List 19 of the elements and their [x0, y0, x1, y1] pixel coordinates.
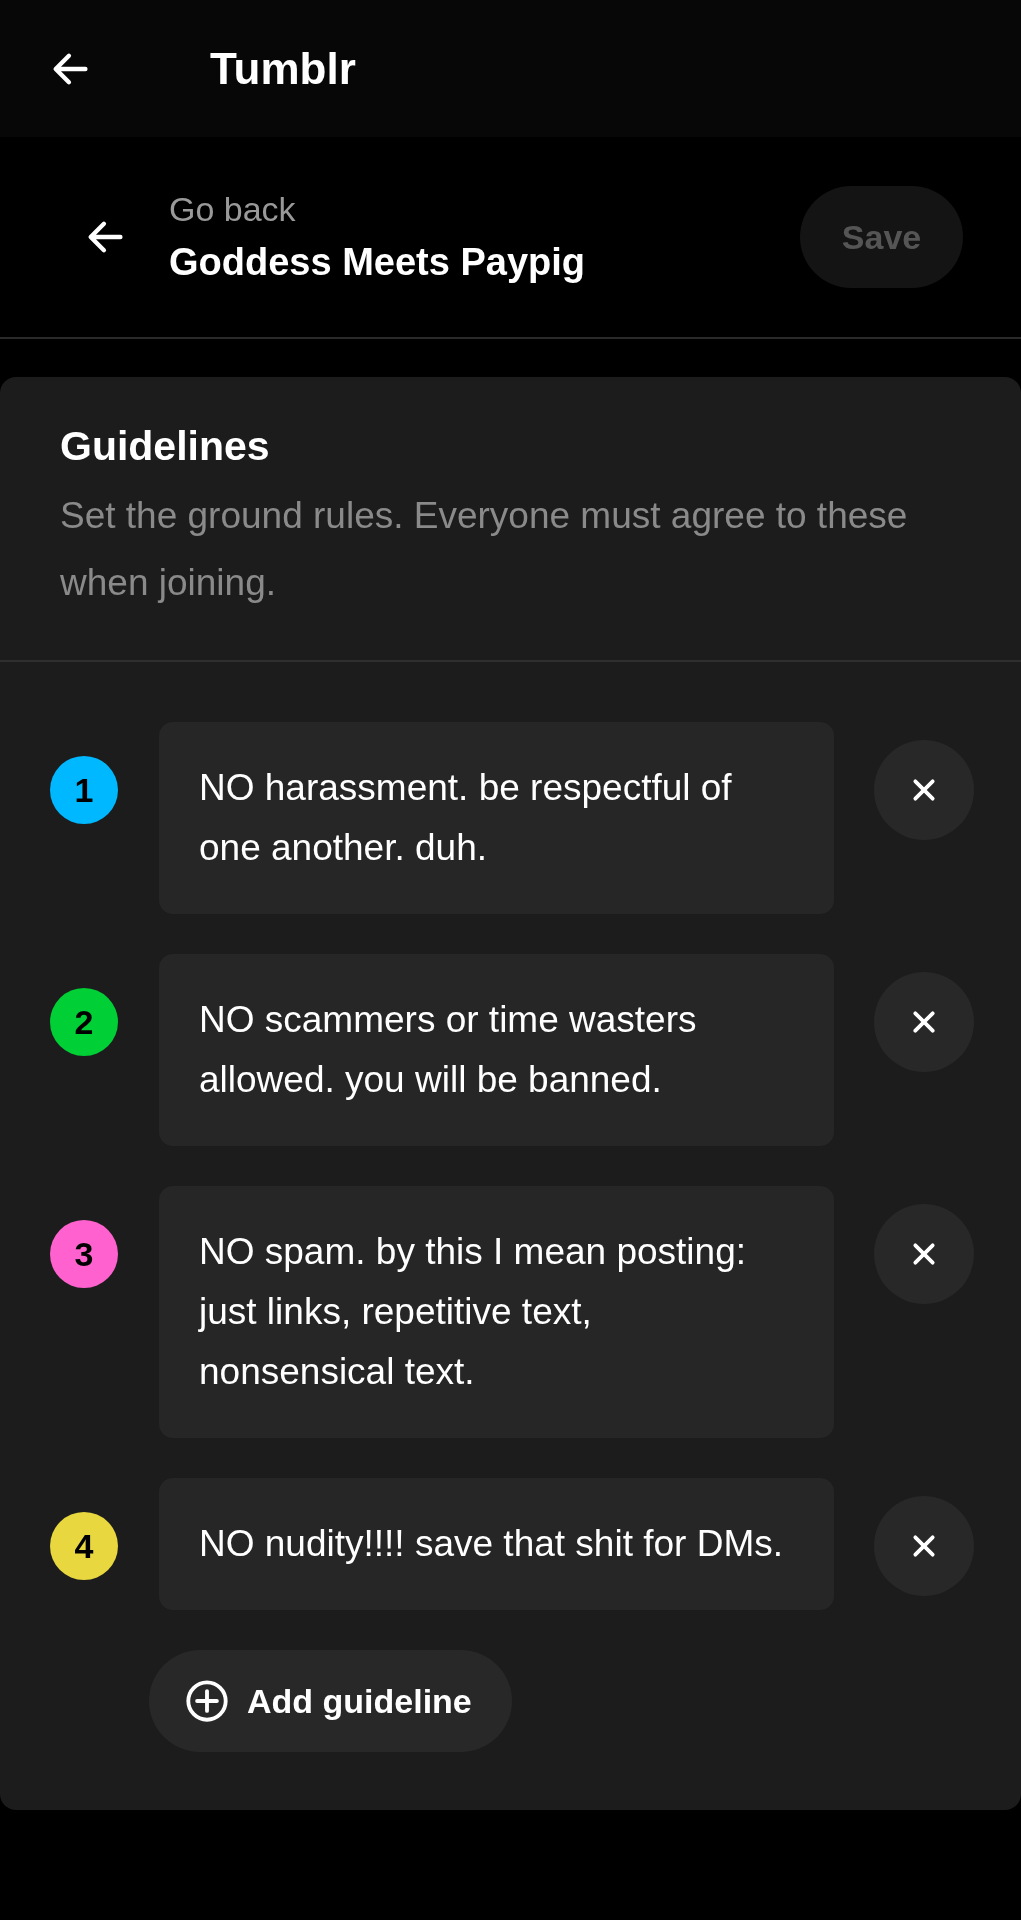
app-title: Tumblr [210, 43, 356, 94]
number-badge: 4 [50, 1512, 118, 1580]
close-icon [911, 1533, 937, 1559]
plus-circle-icon [185, 1679, 229, 1723]
guideline-field[interactable]: NO scammers or time wasters allowed. you will be banned. [159, 954, 834, 1146]
number-badge: 2 [50, 988, 118, 1056]
community-title: Goddess Meets Paypig [169, 241, 586, 284]
close-icon [911, 1241, 937, 1267]
guideline-field[interactable]: NO harassment. be respectful of one another. duh. [159, 722, 834, 914]
number-badge: 1 [50, 756, 118, 824]
close-icon [911, 1009, 937, 1035]
guideline-field[interactable]: NO nudity!!!! save that shit for DMs. [159, 1478, 834, 1610]
number-badge: 3 [50, 1220, 118, 1288]
add-guideline-button[interactable]: Add guideline [149, 1650, 512, 1752]
section-title: Guidelines [60, 423, 271, 470]
section-description: Set the ground rules. Everyone must agree to these when joining. [60, 494, 909, 605]
close-icon [911, 777, 937, 803]
guideline-field[interactable]: NO spam. by this I mean posting: just links, repetitive text, nonsensical text. [159, 1186, 834, 1438]
go-back-label[interactable]: Go back [169, 190, 800, 229]
